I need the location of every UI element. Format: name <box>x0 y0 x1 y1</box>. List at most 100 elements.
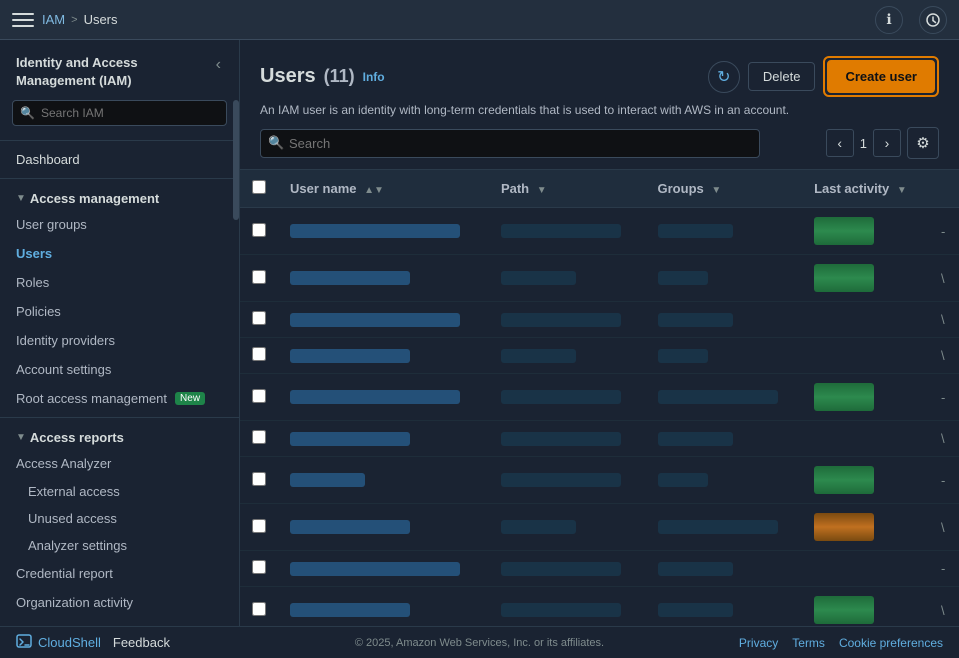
last-activity-empty <box>802 302 929 320</box>
table-header-row: User name ▲▼ Path ▼ Groups ▼ Last acti <box>240 170 959 208</box>
sidebar-item-root-access-management[interactable]: Root access management New <box>0 384 239 413</box>
breadcrumb-current: Users <box>84 12 118 27</box>
header-username: User name ▲▼ <box>278 170 489 208</box>
username-value <box>290 349 410 363</box>
row-extra-col: \ <box>929 504 959 551</box>
last-activity-bar <box>814 513 874 541</box>
row-checkbox[interactable] <box>252 270 266 284</box>
sidebar-item-policies[interactable]: Policies <box>0 297 239 326</box>
row-checkbox[interactable] <box>252 519 266 533</box>
clock-icon-button[interactable] <box>919 6 947 34</box>
privacy-link[interactable]: Privacy <box>739 636 778 650</box>
pagination-row: ‹ 1 › ⚙ <box>826 127 939 159</box>
sidebar-section-access-reports[interactable]: ▼ Access reports <box>0 422 239 449</box>
menu-icon[interactable] <box>12 9 34 31</box>
sidebar-item-analyzer-settings[interactable]: Analyzer settings <box>0 532 239 559</box>
table-row: \ <box>240 302 959 338</box>
sidebar-item-credential-report[interactable]: Credential report <box>0 559 239 588</box>
row-checkbox[interactable] <box>252 347 266 361</box>
cloudshell-button[interactable]: CloudShell <box>16 633 101 652</box>
row-extra-col: - <box>929 208 959 255</box>
sidebar-search-input[interactable] <box>12 100 227 126</box>
row-checkbox[interactable] <box>252 560 266 574</box>
groups-value <box>658 271 708 285</box>
info-icon-button[interactable]: ℹ <box>875 6 903 34</box>
sidebar-item-access-analyzer[interactable]: Access Analyzer <box>0 449 239 478</box>
sidebar-item-roles[interactable]: Roles <box>0 268 239 297</box>
sidebar-section-access-management[interactable]: ▼ Access management <box>0 183 239 210</box>
username-sort-icon[interactable]: ▲▼ <box>364 185 384 196</box>
row-checkbox[interactable] <box>252 602 266 616</box>
content-header: Users (11) Info ↻ Delete Create user An … <box>240 40 959 169</box>
row-checkbox[interactable] <box>252 430 266 444</box>
refresh-button[interactable]: ↻ <box>708 61 740 93</box>
username-value <box>290 520 410 534</box>
row-extra-col: - <box>929 374 959 421</box>
table-settings-button[interactable]: ⚙ <box>907 127 939 159</box>
info-link[interactable]: Info <box>363 70 385 84</box>
footer-copyright: © 2025, Amazon Web Services, Inc. or its… <box>355 637 604 649</box>
create-user-button-wrapper: Create user <box>823 56 939 97</box>
last-activity-bar <box>814 217 874 245</box>
sidebar-item-external-access[interactable]: External access <box>0 478 239 505</box>
cookie-preferences-link[interactable]: Cookie preferences <box>839 636 943 650</box>
page-next-button[interactable]: › <box>873 129 901 157</box>
table-row: - <box>240 457 959 504</box>
sidebar-divider-3 <box>0 417 239 418</box>
groups-value <box>658 473 708 487</box>
delete-button[interactable]: Delete <box>748 62 816 91</box>
sidebar: Identity and Access Management (IAM) ‹ 🔍… <box>0 40 240 626</box>
content-title-row: Users (11) Info ↻ Delete Create user <box>260 56 939 97</box>
bottom-right: Privacy Terms Cookie preferences <box>739 636 943 650</box>
users-table-container: User name ▲▼ Path ▼ Groups ▼ Last acti <box>240 169 959 626</box>
last-activity-bar <box>814 466 874 494</box>
bottom-bar: CloudShell Feedback © 2025, Amazon Web S… <box>0 626 959 658</box>
sidebar-collapse-button[interactable]: ‹ <box>214 54 223 76</box>
row-checkbox[interactable] <box>252 472 266 486</box>
sidebar-title: Identity and Access Management (IAM) <box>16 54 138 90</box>
groups-value <box>658 520 778 534</box>
new-badge: New <box>175 392 205 405</box>
row-checkbox[interactable] <box>252 223 266 237</box>
row-checkbox[interactable] <box>252 311 266 325</box>
page-prev-button[interactable]: ‹ <box>826 129 854 157</box>
breadcrumb-separator: > <box>71 14 77 26</box>
sidebar-item-account-settings[interactable]: Account settings <box>0 355 239 384</box>
username-value <box>290 473 365 487</box>
last-activity-bar <box>814 383 874 411</box>
select-all-checkbox[interactable] <box>252 180 266 194</box>
last-activity-bar <box>814 264 874 292</box>
terms-link[interactable]: Terms <box>792 636 825 650</box>
sidebar-item-organization-activity[interactable]: Organization activity <box>0 588 239 617</box>
table-search-input[interactable] <box>260 129 760 158</box>
header-path: Path ▼ <box>489 170 646 208</box>
table-row: - <box>240 551 959 587</box>
sidebar-item-unused-access[interactable]: Unused access <box>0 505 239 532</box>
table-row: - <box>240 374 959 421</box>
username-value <box>290 390 460 404</box>
path-value <box>501 473 621 487</box>
row-extra-col: \ <box>929 255 959 302</box>
breadcrumb-iam-link[interactable]: IAM <box>42 12 65 27</box>
username-value <box>290 603 410 617</box>
groups-sort-icon[interactable]: ▼ <box>711 185 721 196</box>
top-nav-right: ℹ <box>875 6 947 34</box>
groups-value <box>658 224 733 238</box>
row-extra-col: \ <box>929 338 959 374</box>
username-value <box>290 562 460 576</box>
sidebar-item-user-groups[interactable]: User groups <box>0 210 239 239</box>
sidebar-item-dashboard[interactable]: Dashboard <box>0 145 239 174</box>
path-sort-icon[interactable]: ▼ <box>537 185 547 196</box>
groups-value <box>658 390 778 404</box>
create-user-button[interactable]: Create user <box>827 60 935 93</box>
groups-value <box>658 349 708 363</box>
row-checkbox[interactable] <box>252 389 266 403</box>
last-activity-empty <box>802 421 929 439</box>
table-row: \ <box>240 587 959 627</box>
content-area: Users (11) Info ↻ Delete Create user An … <box>240 40 959 626</box>
feedback-button[interactable]: Feedback <box>113 635 170 650</box>
header-actions: ↻ Delete Create user <box>708 56 939 97</box>
sidebar-item-users[interactable]: Users <box>0 239 239 268</box>
sidebar-item-identity-providers[interactable]: Identity providers <box>0 326 239 355</box>
activity-sort-icon[interactable]: ▼ <box>897 185 907 196</box>
